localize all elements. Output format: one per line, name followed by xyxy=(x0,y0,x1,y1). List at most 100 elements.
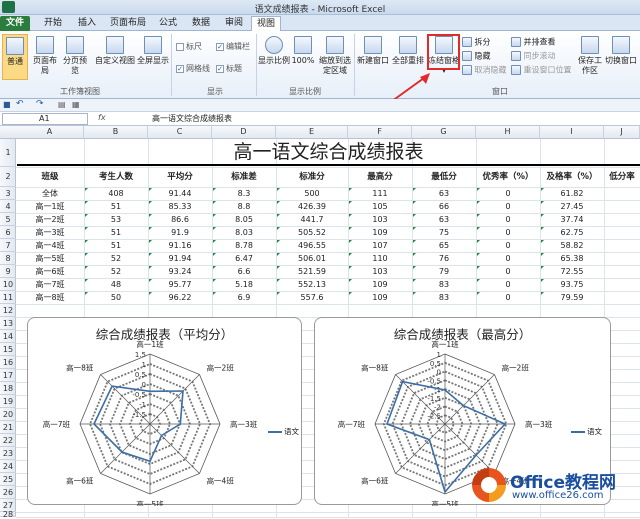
row-header-13[interactable]: 13 xyxy=(0,317,16,330)
table-cell[interactable]: 79.59 xyxy=(540,291,604,304)
table-cell[interactable]: 0 xyxy=(476,187,540,200)
table-cell[interactable]: 6.6 xyxy=(212,265,276,278)
row-header-14[interactable]: 14 xyxy=(0,330,16,343)
formula-content[interactable]: 高一语文综合成绩报表 xyxy=(152,113,232,124)
table-cell[interactable]: 48 xyxy=(84,278,148,291)
fx-icon[interactable]: fx xyxy=(98,113,106,122)
table-cell[interactable]: 52 xyxy=(84,265,148,278)
redo-icon[interactable]: ↷ xyxy=(36,99,44,109)
tab-review[interactable]: 审阅 xyxy=(219,16,249,31)
table-cell[interactable]: 61.82 xyxy=(540,187,604,200)
row-header-18[interactable]: 18 xyxy=(0,382,16,395)
row-header-17[interactable]: 17 xyxy=(0,369,16,382)
table-cell[interactable]: 75 xyxy=(412,226,476,239)
table-cell[interactable]: 高一2班 xyxy=(16,213,84,226)
table-cell[interactable]: 93.24 xyxy=(148,265,212,278)
table-cell[interactable]: 91.9 xyxy=(148,226,212,239)
row-header-10[interactable]: 10 xyxy=(0,278,16,291)
row-header-24[interactable]: 24 xyxy=(0,460,16,473)
table-cell[interactable]: 91.94 xyxy=(148,252,212,265)
table-cell[interactable]: 0 xyxy=(476,213,540,226)
table-cell[interactable]: 0 xyxy=(476,226,540,239)
table-cell[interactable]: 91.16 xyxy=(148,239,212,252)
row-header-20[interactable]: 20 xyxy=(0,408,16,421)
table-cell[interactable]: 91.44 xyxy=(148,187,212,200)
column-header-A[interactable]: A xyxy=(16,126,84,139)
table-cell[interactable]: 105 xyxy=(348,200,412,213)
row-header-25[interactable]: 25 xyxy=(0,473,16,486)
radar-chart-average[interactable]: 综合成绩报表（平均分） 1.5 1 0.5 0 -0.5 -1 -1.5 高一1班 高一2班 高一… xyxy=(27,317,302,506)
table-cell[interactable]: 高一8班 xyxy=(16,291,84,304)
table-cell[interactable]: 6.9 xyxy=(212,291,276,304)
custom-views-button[interactable]: 自定义视图 xyxy=(93,36,137,66)
table-cell[interactable]: 65 xyxy=(412,239,476,252)
table-cell[interactable]: 95.77 xyxy=(148,278,212,291)
save-workspace-button[interactable]: 保存工作区 xyxy=(577,36,603,76)
tab-file[interactable]: 文件 xyxy=(0,16,30,31)
ruler-checkbox[interactable]: 标尺 xyxy=(176,41,202,52)
table-cell[interactable]: 53 xyxy=(84,213,148,226)
table-header-cell[interactable]: 及格率（%） xyxy=(540,167,604,187)
table-cell[interactable]: 27.45 xyxy=(540,200,604,213)
table-cell[interactable]: 51 xyxy=(84,226,148,239)
tab-page-layout[interactable]: 页面布局 xyxy=(106,16,150,31)
table-cell[interactable]: 521.59 xyxy=(276,265,348,278)
sync-scroll-button[interactable]: 同步滚动 xyxy=(511,51,556,62)
table-cell[interactable]: 全体 xyxy=(16,187,84,200)
table-cell[interactable]: 0 xyxy=(476,200,540,213)
row-header-11[interactable]: 11 xyxy=(0,291,16,304)
table-cell[interactable]: 0 xyxy=(476,239,540,252)
sheet-title[interactable]: 高一语文综合成绩报表 xyxy=(17,140,640,166)
new-window-button[interactable]: 新建窗口 xyxy=(356,36,390,66)
row-header-4[interactable]: 4 xyxy=(0,200,16,213)
table-cell[interactable]: 83 xyxy=(412,278,476,291)
table-cell[interactable]: 高一5班 xyxy=(16,252,84,265)
table-cell[interactable]: 83 xyxy=(412,291,476,304)
table-cell[interactable]: 高一6班 xyxy=(16,265,84,278)
table-cell[interactable]: 85.33 xyxy=(148,200,212,213)
column-header-I[interactable]: I xyxy=(540,126,604,139)
arrange-all-button[interactable]: 全部重排 xyxy=(390,36,426,66)
gridlines-checkbox[interactable]: ✓ 网格线 xyxy=(176,63,210,74)
row-header-2[interactable]: 2 xyxy=(0,167,16,187)
table-cell[interactable]: 79 xyxy=(412,265,476,278)
row-header-22[interactable]: 22 xyxy=(0,434,16,447)
table-cell[interactable]: 50 xyxy=(84,291,148,304)
table-cell[interactable]: 66 xyxy=(412,200,476,213)
table-cell[interactable]: 0 xyxy=(476,252,540,265)
table-cell[interactable]: 高一1班 xyxy=(16,200,84,213)
undo-icon[interactable]: ↶ xyxy=(16,99,24,109)
save-icon[interactable]: ■ xyxy=(3,100,11,109)
row-header-3[interactable]: 3 xyxy=(0,187,16,200)
table-cell[interactable]: 111 xyxy=(348,187,412,200)
table-cell[interactable]: 58.82 xyxy=(540,239,604,252)
row-header-21[interactable]: 21 xyxy=(0,421,16,434)
table-cell[interactable]: 109 xyxy=(348,226,412,239)
column-header-B[interactable]: B xyxy=(84,126,148,139)
row-header-6[interactable]: 6 xyxy=(0,226,16,239)
table-cell[interactable]: 109 xyxy=(348,291,412,304)
row-header-1[interactable]: 1 xyxy=(0,139,16,167)
table-cell[interactable]: 8.3 xyxy=(212,187,276,200)
name-box[interactable]: A1 xyxy=(2,113,88,125)
table-cell[interactable]: 408 xyxy=(84,187,148,200)
table-header-cell[interactable]: 优秀率（%） xyxy=(476,167,540,187)
column-header-E[interactable]: E xyxy=(276,126,348,139)
tab-formulas[interactable]: 公式 xyxy=(153,16,183,31)
page-layout-view-button[interactable]: 页面布局 xyxy=(30,36,60,76)
table-cell[interactable]: 505.52 xyxy=(276,226,348,239)
table-header-cell[interactable]: 最低分 xyxy=(412,167,476,187)
table-cell[interactable]: 65.38 xyxy=(540,252,604,265)
table-cell[interactable]: 63 xyxy=(412,213,476,226)
table-cell[interactable]: 93.75 xyxy=(540,278,604,291)
table-cell[interactable]: 0 xyxy=(476,278,540,291)
headings-checkbox[interactable]: ✓ 标题 xyxy=(216,63,242,74)
table-cell[interactable]: 72.55 xyxy=(540,265,604,278)
table-cell[interactable]: 0 xyxy=(476,265,540,278)
hide-button[interactable]: 隐藏 xyxy=(462,51,491,62)
table-cell[interactable]: 8.03 xyxy=(212,226,276,239)
reset-window-button[interactable]: 重设窗口位置 xyxy=(511,65,572,76)
table-cell[interactable]: 51 xyxy=(84,200,148,213)
split-button[interactable]: 拆分 xyxy=(462,37,491,48)
table-cell[interactable]: 500 xyxy=(276,187,348,200)
